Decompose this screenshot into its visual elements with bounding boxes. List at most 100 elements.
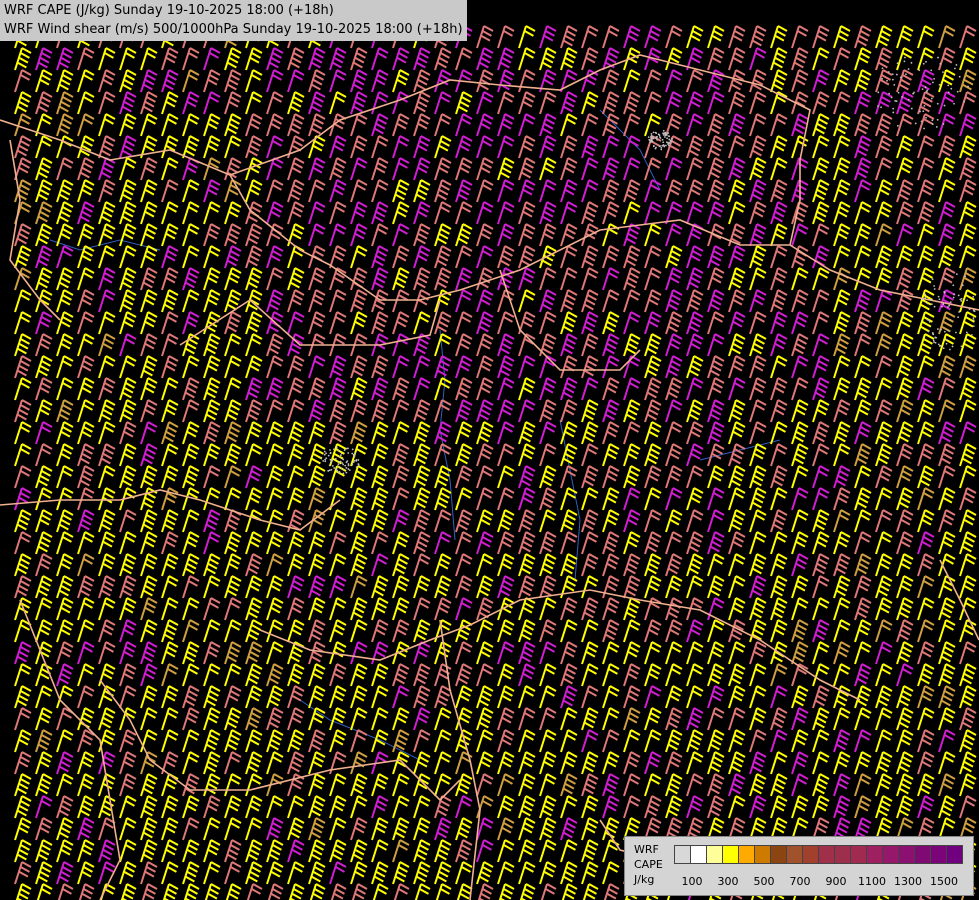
convection-dot [932, 339, 935, 342]
convection-dot [931, 278, 934, 281]
convection-dot [670, 137, 673, 140]
legend-swatch [946, 845, 963, 864]
convection-dot [340, 452, 343, 455]
convection-dot [351, 463, 354, 466]
convection-dot [970, 334, 973, 336]
convection-dot [953, 102, 955, 105]
convection-dot [936, 118, 939, 121]
convection-dot [891, 78, 894, 81]
convection-dot [651, 135, 654, 138]
convection-dot [327, 454, 330, 457]
convection-dot [923, 104, 926, 107]
convection-dot [324, 460, 327, 463]
convection-dot [896, 62, 899, 65]
convection-dot [895, 73, 898, 76]
wind-shear-barbs-map [0, 0, 979, 900]
convection-dot [941, 305, 943, 308]
convection-dot [342, 463, 345, 466]
convection-dot [965, 331, 968, 334]
legend-swatch [706, 845, 723, 864]
legend-swatch [834, 845, 851, 864]
legend-field-label: CAPE [634, 858, 663, 871]
convection-dot [930, 97, 933, 100]
legend-swatch [722, 845, 739, 864]
convection-dot [337, 449, 340, 452]
legend-tick-label: 700 [789, 875, 811, 888]
convection-dot [912, 92, 915, 95]
legend-tick-label: 1500 [930, 875, 958, 888]
legend-tick-label: 1100 [858, 875, 886, 888]
convection-dot [955, 273, 958, 276]
convection-dot [664, 131, 667, 134]
convection-dot [323, 453, 326, 456]
convection-dot [324, 458, 327, 461]
convection-dot [650, 136, 652, 138]
convection-dot [899, 76, 902, 79]
convection-dot [339, 460, 342, 463]
convection-dot [662, 133, 665, 136]
convection-dot [910, 107, 913, 110]
convection-dot [654, 147, 657, 150]
convection-dot [933, 77, 936, 80]
convection-dot [649, 139, 652, 142]
map-title-box: WRF CAPE (J/kg) Sunday 19-10-2025 18:00 … [0, 0, 467, 41]
convection-dot [670, 140, 673, 143]
convection-dot [926, 302, 929, 305]
convection-dot [325, 457, 328, 460]
convection-dot [955, 331, 957, 334]
convection-dot [945, 342, 948, 345]
convection-dot [897, 124, 899, 127]
convection-dot [935, 126, 938, 128]
convection-dot [951, 345, 954, 348]
convection-dot [338, 455, 341, 458]
cape-legend: WRF CAPE J/kg 100 300 500 700 900 1100 1300 150… [624, 836, 974, 896]
convection-dot [339, 454, 342, 457]
convection-dot [922, 110, 925, 113]
convection-dot [656, 138, 659, 141]
convection-dot [890, 96, 893, 99]
convection-dot [895, 100, 898, 103]
convection-dot [652, 131, 655, 134]
legend-swatch [818, 845, 835, 864]
convection-dot [927, 330, 930, 333]
convection-dot [942, 123, 945, 125]
convection-dot [333, 467, 336, 469]
convection-dot [331, 464, 334, 467]
convection-dot [345, 471, 348, 474]
convection-dot [666, 141, 668, 144]
convection-dot [968, 308, 971, 311]
convection-dot [925, 116, 927, 119]
convection-dot [942, 303, 945, 306]
convection-dot [652, 137, 655, 140]
convection-dot [333, 448, 335, 451]
convection-dot [903, 60, 906, 63]
convection-dot [668, 135, 671, 138]
convection-dot [344, 464, 347, 467]
convection-dot [938, 298, 941, 301]
convection-dot [960, 300, 963, 302]
convection-dot [337, 465, 340, 468]
convection-dot [905, 73, 907, 76]
convection-dot [972, 319, 975, 322]
convection-dot [901, 95, 903, 98]
convection-dot [347, 452, 350, 454]
convection-dot [330, 468, 333, 471]
convection-dot [972, 309, 975, 312]
convection-dot [346, 460, 349, 462]
convection-dot [910, 61, 913, 64]
convection-dot [664, 133, 667, 136]
convection-dot [668, 138, 671, 141]
convection-dot [342, 472, 345, 475]
convection-dot [938, 83, 941, 86]
wind-shear-title: WRF Wind shear (m/s) 500/1000hPa Sunday … [4, 22, 463, 37]
convection-dot [650, 133, 653, 135]
convection-dot [323, 450, 326, 453]
convection-dot [928, 320, 931, 322]
convection-dot [937, 343, 940, 346]
convection-dot [931, 81, 934, 84]
convection-dot [353, 459, 356, 462]
convection-dot [921, 88, 924, 91]
convection-dot [907, 98, 910, 101]
convection-dot [956, 90, 959, 93]
convection-dot [939, 344, 942, 347]
